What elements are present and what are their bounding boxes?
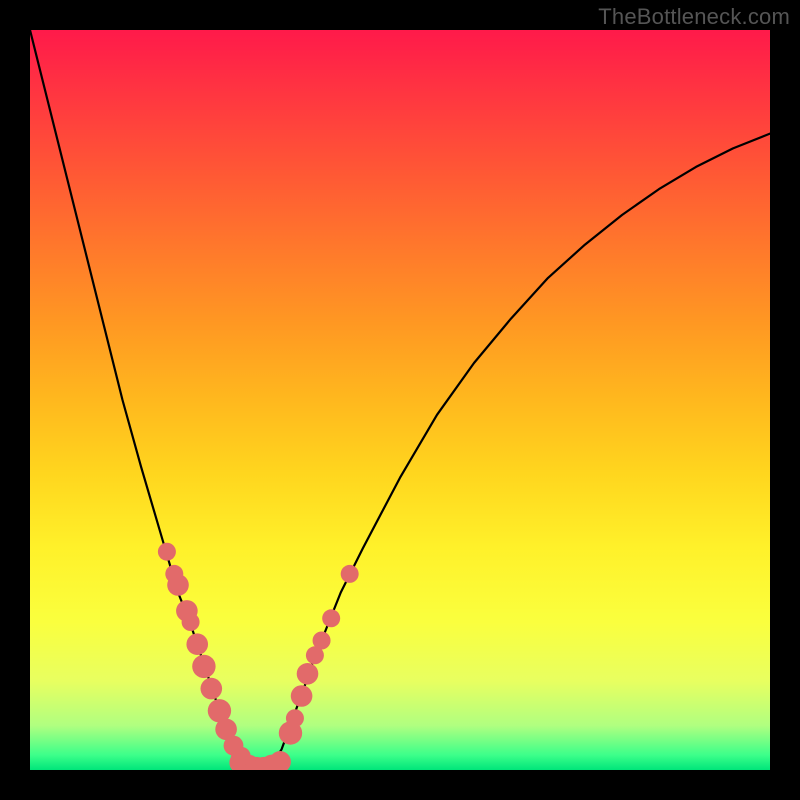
curve-dot [313, 632, 331, 650]
curve-dot [322, 609, 340, 627]
curve-dots [158, 543, 359, 770]
curve-dot [297, 663, 319, 685]
bottleneck-curve [30, 30, 770, 770]
curve-dot [192, 655, 215, 678]
curve-dot [158, 543, 176, 561]
curve-dot [269, 751, 291, 770]
chart-overlay-svg [30, 30, 770, 770]
brand-watermark: TheBottleneck.com [598, 4, 790, 30]
curve-dot [201, 678, 223, 700]
chart-frame: TheBottleneck.com [0, 0, 800, 800]
curve-dot [291, 685, 313, 707]
curve-dot [286, 709, 304, 727]
curve-dot [186, 633, 208, 655]
curve-dot [182, 613, 200, 631]
chart-plot-area [30, 30, 770, 770]
curve-dot [341, 565, 359, 583]
curve-dot [167, 574, 189, 596]
